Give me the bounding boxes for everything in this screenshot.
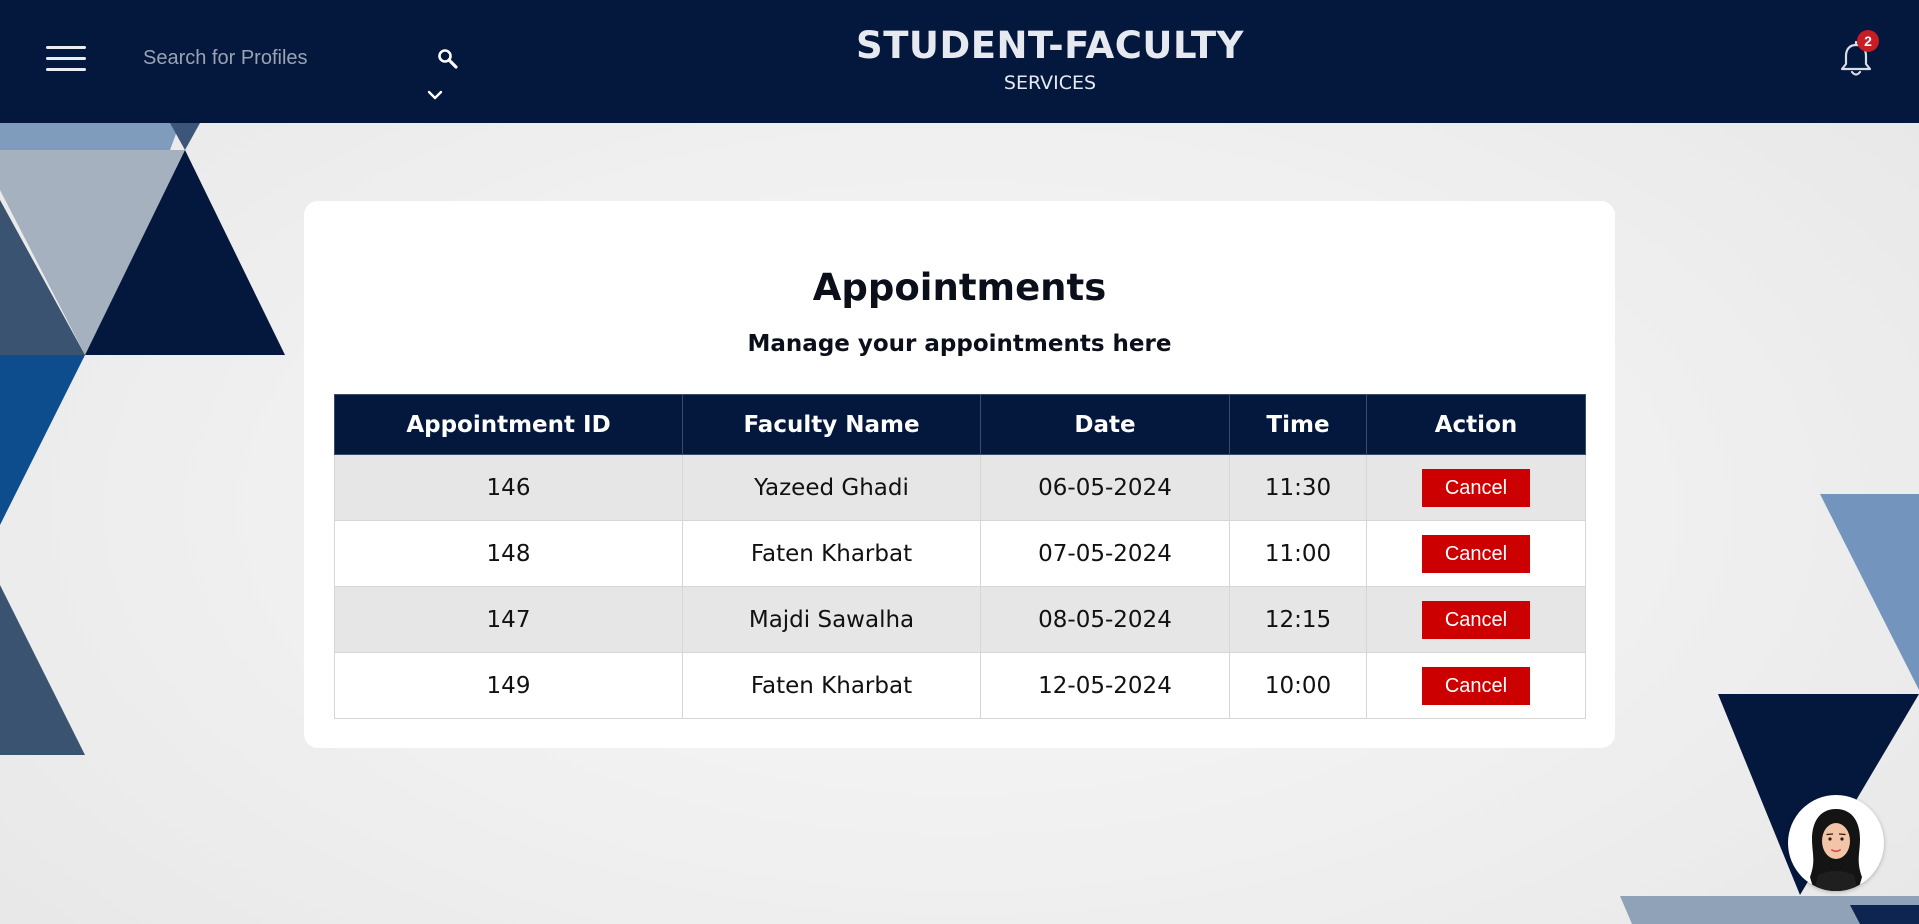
cancel-button[interactable]: Cancel	[1422, 468, 1530, 507]
page-subtitle: Manage your appointments here	[747, 331, 1172, 357]
search-input[interactable]	[143, 40, 423, 76]
column-header-time: Time	[1229, 394, 1367, 455]
column-header-faculty-name: Faculty Name	[682, 394, 981, 455]
time-cell: 12:15	[1229, 586, 1367, 653]
appointment-id-cell: 149	[334, 652, 683, 719]
brand-title: STUDENT-FACULTY	[856, 24, 1244, 67]
hamburger-menu-icon[interactable]	[46, 44, 88, 74]
time-cell: 10:00	[1229, 652, 1367, 719]
top-navbar: STUDENT-FACULTY SERVICES 2	[0, 0, 1919, 123]
action-cell: Cancel	[1366, 454, 1586, 521]
cancel-button[interactable]: Cancel	[1422, 666, 1530, 705]
notification-badge: 2	[1857, 30, 1879, 52]
table-header-row: Appointment ID Faculty Name Date Time Ac…	[334, 394, 1586, 455]
date-cell: 12-05-2024	[980, 652, 1230, 719]
faculty-name-cell: Majdi Sawalha	[682, 586, 981, 653]
appointment-id-cell: 146	[334, 454, 683, 521]
action-cell: Cancel	[1366, 520, 1586, 587]
page-title: Appointments	[812, 266, 1107, 309]
appointment-id-cell: 147	[334, 586, 683, 653]
assistant-avatar-icon	[1810, 809, 1862, 891]
action-cell: Cancel	[1366, 586, 1586, 653]
time-cell: 11:00	[1229, 520, 1367, 587]
column-header-appointment-id: Appointment ID	[334, 394, 683, 455]
appointment-id-cell: 148	[334, 520, 683, 587]
appointments-table: Appointment ID Faculty Name Date Time Ac…	[334, 394, 1586, 719]
cancel-button[interactable]: Cancel	[1422, 600, 1530, 639]
chevron-down-icon[interactable]	[426, 88, 444, 102]
column-header-date: Date	[980, 394, 1230, 455]
faculty-name-cell: Faten Kharbat	[682, 652, 981, 719]
column-header-action: Action	[1366, 394, 1586, 455]
time-cell: 11:30	[1229, 454, 1367, 521]
table-row: 146 Yazeed Ghadi 06-05-2024 11:30 Cancel	[334, 454, 1586, 521]
table-row: 149 Faten Kharbat 12-05-2024 10:00 Cance…	[334, 652, 1586, 719]
date-cell: 08-05-2024	[980, 586, 1230, 653]
table-row: 148 Faten Kharbat 07-05-2024 11:00 Cance…	[334, 520, 1586, 587]
faculty-name-cell: Faten Kharbat	[682, 520, 981, 587]
action-cell: Cancel	[1366, 652, 1586, 719]
search-icon[interactable]	[436, 47, 460, 71]
brand: STUDENT-FACULTY SERVICES	[830, 24, 1270, 96]
table-row: 147 Majdi Sawalha 08-05-2024 12:15 Cance…	[334, 586, 1586, 653]
date-cell: 06-05-2024	[980, 454, 1230, 521]
appointments-card: Appointments Manage your appointments he…	[304, 201, 1615, 748]
faculty-name-cell: Yazeed Ghadi	[682, 454, 981, 521]
chatbot-avatar[interactable]	[1788, 795, 1884, 891]
date-cell: 07-05-2024	[980, 520, 1230, 587]
brand-subtitle: SERVICES	[1003, 72, 1097, 94]
cancel-button[interactable]: Cancel	[1422, 534, 1530, 573]
